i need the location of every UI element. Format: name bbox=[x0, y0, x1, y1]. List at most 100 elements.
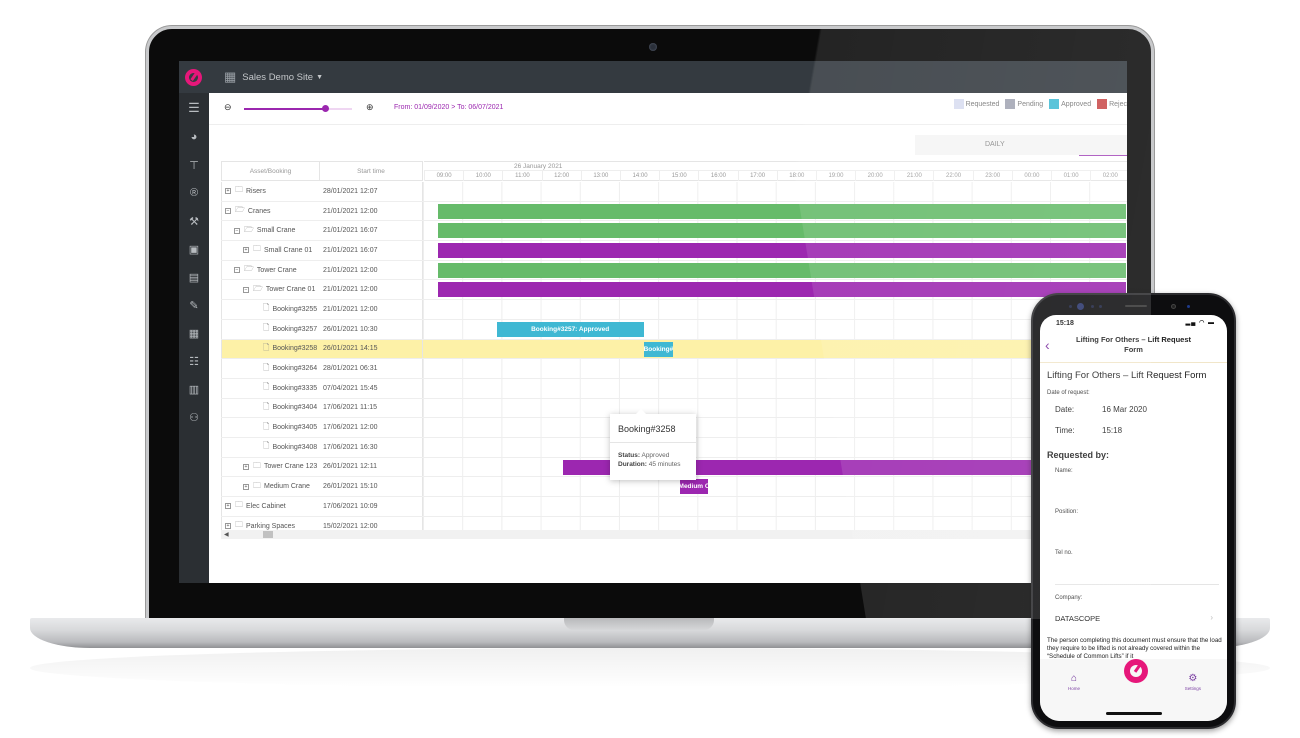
row-name[interactable]: Booking#3264 bbox=[272, 365, 317, 372]
collapse-icon[interactable]: − bbox=[234, 267, 240, 274]
app-logo-button[interactable] bbox=[1124, 659, 1148, 683]
edit-document-icon[interactable]: ✎ bbox=[179, 291, 209, 319]
back-chevron-icon[interactable]: ‹ bbox=[1045, 337, 1050, 353]
clipboard-icon[interactable]: ▤ bbox=[179, 263, 209, 291]
pie-chart-icon[interactable]: ◕ bbox=[179, 123, 209, 151]
row-name[interactable]: Small Crane 01 bbox=[264, 247, 312, 254]
row-name[interactable]: Elec Cabinet bbox=[246, 503, 286, 510]
row-name[interactable]: Booking#3408 bbox=[272, 444, 317, 451]
gantt-row[interactable]: − 🗁 Tower Crane 21/01/2021 12:00 bbox=[221, 260, 1127, 281]
row-name[interactable]: Medium Crane bbox=[264, 483, 310, 490]
crane-icon[interactable]: ⊤ bbox=[179, 151, 209, 179]
tab-daily[interactable]: DAILY bbox=[985, 141, 1005, 148]
calendar-edit-icon[interactable]: ▦ bbox=[179, 319, 209, 347]
date-range-label[interactable]: From: 01/09/2020 > To: 06/07/2021 bbox=[394, 104, 503, 111]
site-selector[interactable]: Sales Demo Site bbox=[242, 72, 313, 83]
row-name[interactable]: Tower Crane 123 bbox=[264, 463, 317, 470]
book-icon[interactable]: ▥ bbox=[179, 375, 209, 403]
expand-icon[interactable]: + bbox=[225, 503, 231, 510]
task-list-icon[interactable]: ☷ bbox=[179, 347, 209, 375]
phone-frame: 15:18 ▂▄ ◠ ▬ ‹ Lifting For Others – Lift… bbox=[1031, 293, 1236, 729]
gantt-row[interactable]: 🗋 Booking#3258 26/01/2021 14:15 Booking# bbox=[221, 339, 1127, 360]
zoom-slider[interactable] bbox=[244, 105, 352, 112]
chevron-right-icon[interactable]: › bbox=[1210, 613, 1213, 622]
row-name[interactable]: Booking#3405 bbox=[272, 424, 317, 431]
row-name[interactable]: Cranes bbox=[248, 208, 271, 215]
row-name[interactable]: Small Crane bbox=[257, 227, 296, 234]
gantt-row[interactable]: 🗋 Booking#3255 21/01/2021 12:00 bbox=[221, 300, 1127, 320]
time-value[interactable]: 15:18 bbox=[1102, 426, 1122, 435]
gantt-bar[interactable]: Medium C bbox=[679, 479, 709, 495]
column-header-start-time[interactable]: Start time bbox=[320, 162, 422, 180]
row-start-time: 15/02/2021 12:00 bbox=[323, 522, 378, 530]
company-value[interactable]: DATASCOPE bbox=[1055, 614, 1100, 623]
user-settings-icon[interactable]: ⚇ bbox=[179, 403, 209, 431]
collapse-icon[interactable]: − bbox=[243, 286, 249, 293]
expand-icon[interactable]: + bbox=[225, 188, 231, 195]
menu-icon[interactable]: ☰ bbox=[179, 93, 209, 123]
phone-status-bar: 15:18 ▂▄ ◠ ▬ bbox=[1040, 315, 1227, 329]
zoom-slider-thumb[interactable] bbox=[322, 105, 329, 112]
expand-icon[interactable]: + bbox=[243, 483, 249, 490]
row-name[interactable]: Risers bbox=[246, 188, 266, 195]
hour-tick: 00:00 bbox=[1011, 171, 1051, 181]
folder-icon: 🗀 bbox=[235, 500, 243, 510]
row-name[interactable]: Parking Spaces bbox=[246, 523, 295, 530]
gantt-row[interactable]: − 🗁 Cranes 21/01/2021 12:00 bbox=[221, 201, 1127, 222]
row-name[interactable]: Booking#3404 bbox=[272, 404, 317, 411]
gantt-row[interactable]: − 🗁 Small Crane 21/01/2021 16:07 bbox=[221, 221, 1127, 242]
expand-icon[interactable]: + bbox=[243, 463, 249, 470]
row-name[interactable]: Booking#3335 bbox=[272, 385, 317, 392]
gantt-row[interactable]: + 🗀 Small Crane 01 21/01/2021 16:07 bbox=[221, 241, 1127, 261]
gantt-bar[interactable] bbox=[437, 203, 1126, 219]
gantt-row[interactable]: + 🗀 Elec Cabinet 17/06/2021 10:09 bbox=[221, 497, 1127, 517]
tree-cell: 🗋 Booking#3255 21/01/2021 12:00 bbox=[221, 300, 423, 319]
row-start-time: 17/06/2021 12:00 bbox=[323, 424, 378, 432]
gantt-bar[interactable] bbox=[437, 223, 1126, 239]
registered-icon[interactable]: ® bbox=[179, 179, 209, 207]
hour-tick: 18:00 bbox=[776, 171, 816, 181]
scroll-left-icon[interactable]: ◀ bbox=[224, 531, 229, 538]
tab-settings[interactable]: ⚙ Settings bbox=[1185, 673, 1201, 691]
gantt-bar[interactable] bbox=[437, 282, 1126, 298]
scrollbar-thumb[interactable] bbox=[263, 531, 273, 538]
zoom-in-icon[interactable]: ⊕ bbox=[366, 102, 374, 113]
gantt-row[interactable]: + 🗀 Risers 28/01/2021 12:07 bbox=[221, 182, 1127, 202]
gantt-row[interactable]: + 🗀 Medium Crane 26/01/2021 15:10 Medium C bbox=[221, 477, 1127, 497]
hour-tick: 17:00 bbox=[737, 171, 777, 181]
gantt-bar[interactable]: Booking#3257: Approved bbox=[496, 321, 644, 337]
timeline-cell bbox=[423, 241, 1127, 260]
row-name[interactable]: Booking#3255 bbox=[272, 306, 317, 313]
app-logo-icon[interactable] bbox=[185, 68, 202, 86]
row-name[interactable]: Booking#3258 bbox=[272, 345, 317, 352]
wrench-icon[interactable]: ⚒ bbox=[179, 207, 209, 235]
collapse-icon[interactable]: − bbox=[225, 208, 231, 215]
gantt-row[interactable]: − 🗁 Tower Crane 01 21/01/2021 12:00 bbox=[221, 280, 1127, 301]
collapse-icon[interactable]: − bbox=[234, 227, 240, 234]
timescale-hours: 09:00 10:00 11:00 12:00 13:00 14:00 15:00 16:00… bbox=[424, 171, 1127, 181]
row-start-time: 28/01/2021 06:31 bbox=[323, 365, 378, 373]
horizontal-scrollbar[interactable]: ◀ bbox=[221, 530, 1127, 539]
tooltip-body: Status: Approved Duration: 45 minutes bbox=[610, 443, 696, 477]
date-value[interactable]: 16 Mar 2020 bbox=[1102, 405, 1147, 414]
tab-home[interactable]: ⌂ Home bbox=[1068, 673, 1080, 691]
calendar-icon[interactable]: ▣ bbox=[179, 235, 209, 263]
gantt-bar[interactable] bbox=[437, 243, 1126, 259]
gantt-bar[interactable] bbox=[437, 262, 1126, 278]
zoom-out-icon[interactable]: ⊖ bbox=[224, 102, 232, 113]
expand-icon[interactable]: + bbox=[225, 523, 231, 530]
gantt-row[interactable]: 🗋 Booking#3264 28/01/2021 06:31 bbox=[221, 359, 1127, 379]
company-label: Company: bbox=[1055, 595, 1083, 601]
column-header-asset[interactable]: Asset/Booking bbox=[222, 162, 320, 180]
row-name[interactable]: Booking#3257 bbox=[272, 326, 317, 333]
row-name[interactable]: Tower Crane bbox=[257, 267, 297, 274]
gantt-row[interactable]: 🗋 Booking#3335 07/04/2021 15:45 bbox=[221, 378, 1127, 399]
timescale-header: 26 January 2021 09:00 10:00 11:00 12:00 13:0… bbox=[424, 161, 1127, 181]
gantt-bar[interactable]: Booking# bbox=[643, 341, 674, 357]
expand-icon[interactable]: + bbox=[243, 247, 249, 254]
row-name[interactable]: Tower Crane 01 bbox=[266, 286, 315, 293]
chevron-down-icon[interactable]: ▼ bbox=[316, 74, 323, 81]
row-start-time: 21/01/2021 12:00 bbox=[323, 207, 378, 215]
form-divider bbox=[1055, 584, 1219, 585]
gantt-row[interactable]: 🗋 Booking#3257 26/01/2021 10:30 Booking#325… bbox=[221, 319, 1127, 340]
